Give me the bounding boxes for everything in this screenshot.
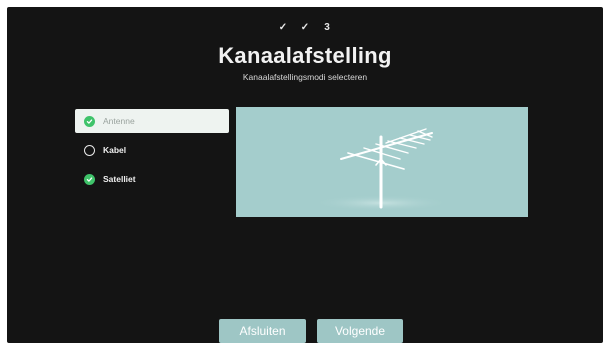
- option-satelliet[interactable]: Satelliet: [75, 167, 229, 191]
- step-2-check-icon: ✓: [300, 22, 310, 33]
- step-3-number: 3: [324, 22, 330, 33]
- antenna-illustration: [236, 107, 528, 217]
- finish-button[interactable]: Afsluiten: [219, 319, 306, 343]
- check-circle-icon: [84, 173, 95, 185]
- option-kabel[interactable]: Kabel: [75, 138, 229, 162]
- page-title: Kanaalafstelling: [218, 43, 392, 68]
- check-circle-icon: [84, 115, 95, 127]
- next-button[interactable]: Volgende: [317, 319, 403, 343]
- option-antenne[interactable]: Antenne: [75, 109, 229, 133]
- empty-circle-icon: [84, 144, 95, 156]
- mode-options-list: Antenne Kabel Satelliet: [75, 109, 229, 196]
- option-label: Satelliet: [103, 174, 136, 184]
- antenna-icon: [311, 128, 451, 211]
- option-label: Kabel: [103, 145, 127, 155]
- option-label: Antenne: [103, 116, 135, 126]
- step-indicator: ✓ ✓ 3: [7, 22, 603, 34]
- page-subtitle: Kanaalafstellingsmodi selecteren: [242, 72, 368, 82]
- tv-screen: ✓ ✓ 3 Kanaalafstelling Kanaalafstellings…: [7, 7, 603, 343]
- step-1-check-icon: ✓: [278, 22, 288, 33]
